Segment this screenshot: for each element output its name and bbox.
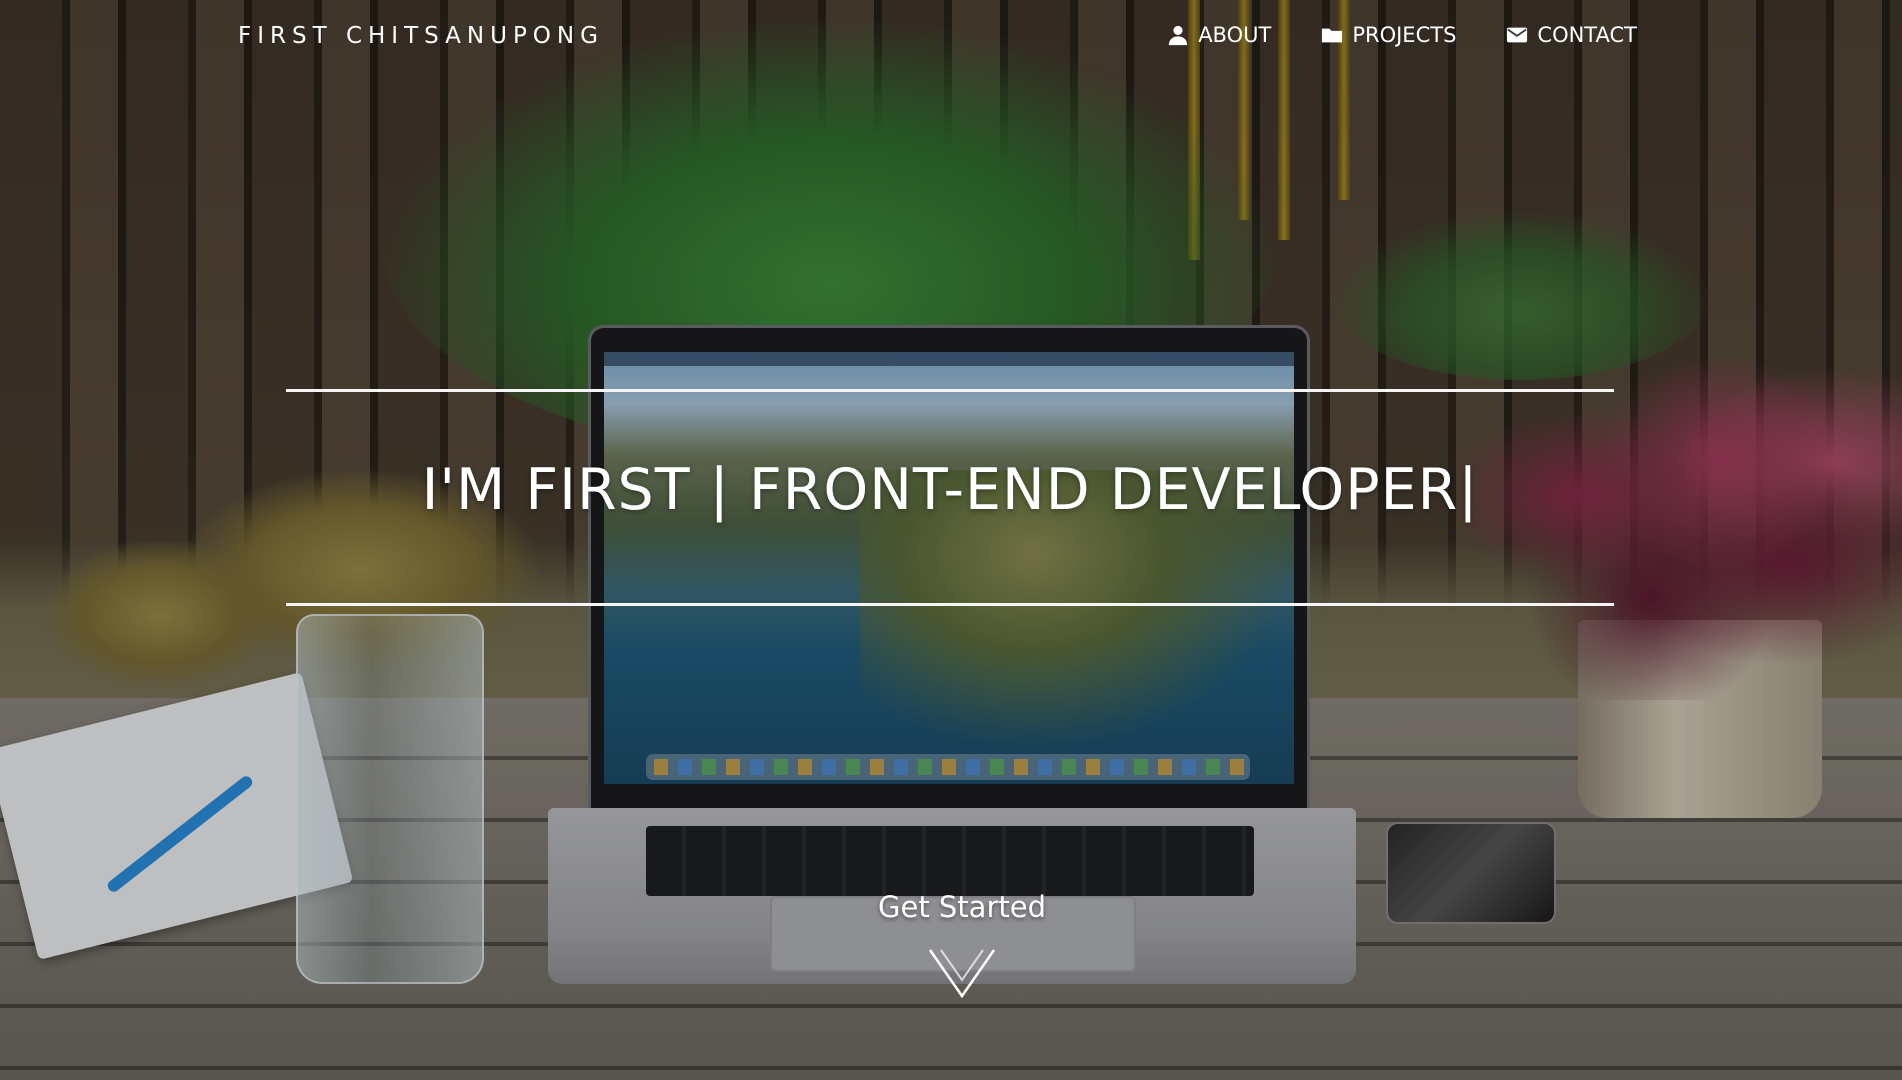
nav-item-label: ABOUT [1198, 23, 1272, 47]
chevron-down-icon[interactable] [927, 946, 997, 1002]
nav-item-projects[interactable]: PROJECTS [1321, 20, 1456, 50]
folder-icon [1322, 28, 1343, 43]
hero-divider-bottom [286, 603, 1614, 606]
user-icon [1169, 25, 1188, 46]
envelope-icon [1507, 27, 1528, 43]
nav-item-label: CONTACT [1537, 23, 1637, 47]
brand-logo-link[interactable]: FIRST CHITSANUPONG [238, 23, 604, 49]
get-started-button[interactable]: Get Started [850, 890, 1074, 924]
hero-headline: I'M FIRST | FRONT-END DEVELOPER| [421, 457, 1479, 523]
nav-item-about[interactable]: ABOUT [1167, 20, 1271, 50]
nav-item-contact[interactable]: CONTACT [1506, 20, 1637, 50]
main-nav: ABOUT PROJECTS CONTACT [1167, 20, 1637, 50]
nav-item-label: PROJECTS [1352, 23, 1457, 47]
hero-divider-top [286, 389, 1614, 392]
